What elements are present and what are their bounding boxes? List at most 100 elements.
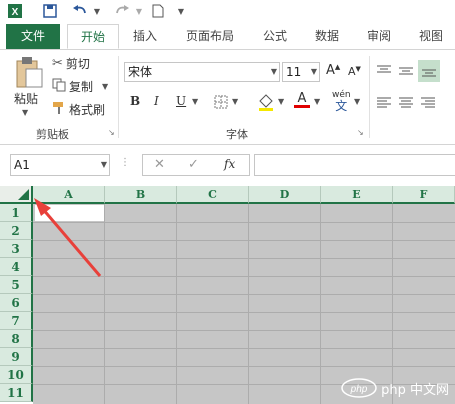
- undo-icon[interactable]: [70, 2, 90, 20]
- redo-icon[interactable]: [112, 2, 132, 20]
- tab-data[interactable]: 数据: [304, 24, 350, 49]
- chevron-down-icon: ▼: [270, 67, 277, 76]
- row-header-6[interactable]: 6: [0, 294, 33, 312]
- confirm-icon[interactable]: ✓: [188, 157, 199, 172]
- insert-function-icon[interactable]: fx: [224, 157, 235, 171]
- borders-dropdown-icon[interactable]: ▼: [232, 97, 238, 106]
- cut-button[interactable]: ✂ 剪切: [52, 55, 90, 72]
- svg-text:X: X: [12, 7, 19, 18]
- paste-dropdown-icon[interactable]: ▼: [22, 108, 28, 117]
- gridline: [33, 330, 455, 331]
- redo-dropdown-icon[interactable]: ▼: [134, 2, 144, 20]
- ribbon-home: 粘贴 ▼ ✂ 剪切 复制 ▼ 格式刷 剪贴板 ↘ 宋体 ▼ 11 ▼ A ▲ A ▼…: [0, 50, 455, 145]
- column-header-d[interactable]: D: [249, 186, 321, 204]
- chevron-down-icon: ▼: [310, 67, 317, 76]
- gridline: [392, 204, 393, 404]
- tab-file[interactable]: 文件: [6, 24, 60, 49]
- underline-button[interactable]: U: [176, 94, 186, 108]
- gridline: [320, 204, 321, 404]
- italic-button[interactable]: I: [154, 94, 159, 108]
- align-top-icon[interactable]: [376, 64, 392, 78]
- font-color-swatch: [294, 105, 310, 108]
- customize-icon[interactable]: ▼: [176, 2, 186, 20]
- tab-page-layout[interactable]: 页面布局: [174, 24, 246, 49]
- new-file-icon[interactable]: [150, 2, 166, 20]
- borders-icon[interactable]: [214, 95, 228, 109]
- format-painter-button[interactable]: 格式刷: [52, 101, 105, 118]
- font-name-select[interactable]: 宋体 ▼: [124, 62, 280, 82]
- formula-bar: A1 ▼ ⋮ ✕ ✓ fx: [0, 145, 455, 183]
- align-middle-icon[interactable]: [398, 64, 414, 78]
- fill-color-dropdown-icon[interactable]: ▼: [278, 97, 284, 106]
- column-header-e[interactable]: E: [321, 186, 393, 204]
- copy-icon: [52, 78, 66, 95]
- font-launcher-icon[interactable]: ↘: [357, 128, 364, 137]
- font-color-icon: A: [297, 91, 307, 106]
- cancel-icon[interactable]: ✕: [154, 157, 165, 172]
- php-logo-icon: php: [341, 378, 377, 398]
- shrink-font-button[interactable]: A ▼: [348, 65, 361, 79]
- copy-button[interactable]: 复制 ▼: [52, 78, 108, 95]
- annotation-arrow-icon: [34, 198, 102, 277]
- quick-access-toolbar: X ▼ ▼ ▼: [0, 0, 455, 24]
- undo-dropdown-icon[interactable]: ▼: [92, 2, 102, 20]
- row-header-7[interactable]: 7: [0, 312, 33, 330]
- column-header-c[interactable]: C: [177, 186, 249, 204]
- align-bottom-icon[interactable]: [418, 60, 440, 82]
- bold-button[interactable]: B: [130, 94, 140, 108]
- phonetic-button[interactable]: wén 文: [332, 90, 351, 112]
- phonetic-icon: 文: [335, 99, 348, 113]
- format-painter-label: 格式刷: [69, 103, 106, 117]
- gridline: [176, 204, 177, 404]
- font-name-value: 宋体: [128, 65, 153, 79]
- watermark-text: php 中文网: [381, 382, 449, 398]
- column-header-f[interactable]: F: [393, 186, 455, 204]
- tab-view[interactable]: 视图: [408, 24, 454, 49]
- paste-button[interactable]: 粘贴: [14, 90, 38, 107]
- format-painter-icon: [52, 101, 66, 118]
- row-header-8[interactable]: 8: [0, 330, 33, 348]
- drag-handle-icon[interactable]: ⋮: [120, 157, 130, 168]
- tab-insert[interactable]: 插入: [122, 24, 168, 49]
- clipboard-launcher-icon[interactable]: ↘: [108, 128, 115, 137]
- name-box[interactable]: A1 ▼: [10, 154, 110, 176]
- font-size-select[interactable]: 11 ▼: [282, 62, 320, 82]
- formula-input[interactable]: [254, 154, 455, 176]
- phonetic-dropdown-icon[interactable]: ▼: [354, 97, 360, 106]
- tab-home[interactable]: 开始: [67, 24, 119, 49]
- shrink-font-icon: A: [348, 65, 356, 78]
- row-header-11[interactable]: 11: [0, 384, 33, 402]
- group-divider: [369, 56, 370, 138]
- svg-text:php: php: [350, 384, 368, 395]
- tab-review[interactable]: 审阅: [356, 24, 402, 49]
- align-center-icon[interactable]: [398, 96, 414, 110]
- tab-formulas[interactable]: 公式: [252, 24, 298, 49]
- cut-label: 剪切: [65, 57, 90, 71]
- row-header-9[interactable]: 9: [0, 348, 33, 366]
- align-right-icon[interactable]: [420, 96, 436, 110]
- watermark: php php 中文网: [341, 378, 449, 398]
- underline-dropdown-icon[interactable]: ▼: [192, 97, 198, 106]
- fill-color-icon[interactable]: [257, 93, 275, 111]
- chevron-down-icon: ▼: [100, 160, 107, 169]
- copy-label: 复制: [69, 80, 94, 94]
- font-size-value: 11: [286, 65, 302, 79]
- gridline: [248, 204, 249, 404]
- row-header-10[interactable]: 10: [0, 366, 33, 384]
- font-color-button[interactable]: A: [294, 92, 310, 108]
- gridline: [33, 348, 455, 349]
- gridline: [33, 366, 455, 367]
- group-divider: [118, 56, 119, 138]
- align-left-icon[interactable]: [376, 96, 392, 110]
- cut-icon: ✂: [52, 56, 63, 71]
- gridline: [33, 294, 455, 295]
- ribbon-tabs: 文件 开始 插入 页面布局 公式 数据 审阅 视图: [0, 24, 455, 50]
- paste-icon[interactable]: [12, 54, 46, 90]
- grow-font-button[interactable]: A ▲: [326, 63, 340, 79]
- copy-dropdown-icon[interactable]: ▼: [102, 82, 108, 91]
- clipboard-group-label: 剪贴板: [36, 128, 69, 141]
- font-color-dropdown-icon[interactable]: ▼: [314, 97, 320, 106]
- save-icon[interactable]: [40, 2, 60, 20]
- gridline: [33, 312, 455, 313]
- grow-font-icon: A: [326, 63, 335, 78]
